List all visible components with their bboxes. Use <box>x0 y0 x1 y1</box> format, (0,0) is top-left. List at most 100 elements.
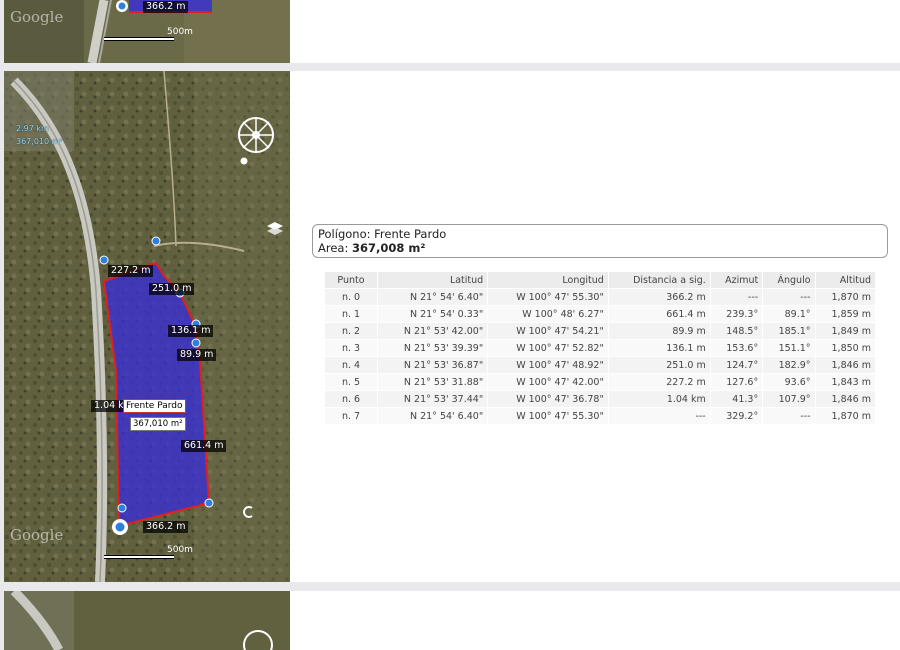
polygon-prefix: Polígono: <box>318 227 371 241</box>
table-cell: W 100° 48' 6.27" <box>488 306 608 322</box>
table-cell: --- <box>763 289 815 305</box>
table-cell: 89.9 m <box>608 323 710 339</box>
table-cell: N 21° 53' 37.44" <box>378 391 488 407</box>
table-cell: W 100° 47' 48.92" <box>488 357 608 373</box>
table-cell: 239.3° <box>710 306 763 322</box>
table-cell: 107.9° <box>763 391 815 407</box>
table-cell: n. 6 <box>325 391 377 407</box>
area-prefix: Area: <box>318 241 349 255</box>
table-cell: 1,850 m <box>815 340 875 356</box>
scale-bar <box>104 555 174 559</box>
table-cell: 1.04 km <box>608 391 710 407</box>
header-angulo: Ángulo <box>763 272 815 288</box>
table-cell: N 21° 54' 6.40" <box>378 289 488 305</box>
table-cell: N 21° 54' 6.40" <box>378 408 488 424</box>
table-cell: 329.2° <box>710 408 763 424</box>
area-value: 367,008 m² <box>352 241 426 255</box>
table-cell: 1,846 m <box>815 357 875 373</box>
edge-length-label: 366.2 m <box>143 1 189 13</box>
table-cell: N 21° 53' 42.00" <box>378 323 488 339</box>
satellite-map-bottom[interactable] <box>4 591 290 650</box>
header-azimut: Azimut <box>710 272 763 288</box>
table-row: n. 0N 21° 54' 6.40" W 100° 47' 55.30" 366.… <box>325 289 875 305</box>
table-cell: 227.2 m <box>608 374 710 390</box>
header-longitud: Longitud <box>488 272 608 288</box>
measure-area: 367,010 m² <box>16 137 63 146</box>
satellite-map-top[interactable]: 366.2 m Google 500m <box>4 0 290 63</box>
polygon-info-box: Polígono: Frente Pardo Area: 367,008 m² <box>312 224 888 258</box>
table-cell: W 100° 47' 54.21" <box>488 323 608 339</box>
table-cell: 153.6° <box>710 340 763 356</box>
table-row: n. 6N 21° 53' 37.44" W 100° 47' 36.78" 1.0… <box>325 391 875 407</box>
header-distancia: Distancia a sig. <box>608 272 710 288</box>
table-cell: n. 4 <box>325 357 377 373</box>
table-cell: 124.7° <box>710 357 763 373</box>
table-row: n. 7N 21° 54' 6.40" W 100° 47' 55.30" --- 3… <box>325 408 875 424</box>
edge-label-661: 661.4 m <box>181 440 227 452</box>
table-cell: W 100° 47' 36.78" <box>488 391 608 407</box>
table-cell: n. 0 <box>325 289 377 305</box>
table-cell: 1,843 m <box>815 374 875 390</box>
table-cell: W 100° 47' 42.00" <box>488 374 608 390</box>
scale-label: 500m <box>167 27 193 37</box>
polygon-result-card: 227.2 m 251.0 m 136.1 m 89.9 m 1.04 km 6… <box>4 71 900 582</box>
table-cell: n. 2 <box>325 323 377 339</box>
google-watermark: Google <box>10 8 64 26</box>
table-cell: W 100° 47' 52.82" <box>488 340 608 356</box>
map-imagery-bottom <box>4 591 290 650</box>
polygon-area-label: 367,010 m² <box>130 417 186 431</box>
polygon-name-label: Frente Pardo <box>123 399 186 413</box>
table-cell: --- <box>763 408 815 424</box>
table-cell: --- <box>608 408 710 424</box>
table-cell: W 100° 47' 55.30" <box>488 289 608 305</box>
table-cell: N 21° 53' 39.39" <box>378 340 488 356</box>
table-cell: 1,870 m <box>815 289 875 305</box>
table-row: n. 4N 21° 53' 36.87" W 100° 47' 48.92" 251… <box>325 357 875 373</box>
measure-distance: 2.97 km <box>16 124 49 133</box>
table-cell: 1,849 m <box>815 323 875 339</box>
google-watermark: Google <box>10 526 64 544</box>
table-cell: 182.9° <box>763 357 815 373</box>
table-cell: 127.6° <box>710 374 763 390</box>
header-punto: Punto <box>325 272 377 288</box>
table-cell: 89.1° <box>763 306 815 322</box>
satellite-map[interactable]: 227.2 m 251.0 m 136.1 m 89.9 m 1.04 km 6… <box>4 71 290 582</box>
table-row: n. 1N 21° 54' 0.33" W 100° 48' 6.27" 661.4… <box>325 306 875 322</box>
table-cell: 148.5° <box>710 323 763 339</box>
edge-label-251: 251.0 m <box>149 283 195 295</box>
previous-result-card: 366.2 m Google 500m <box>4 0 900 63</box>
polygon-name: Frente Pardo <box>374 227 447 241</box>
table-row: n. 2N 21° 53' 42.00" W 100° 47' 54.21" 89.… <box>325 323 875 339</box>
scale-label: 500m <box>167 545 193 555</box>
polygon-name-row: Polígono: Frente Pardo <box>318 227 882 241</box>
table-cell: 366.2 m <box>608 289 710 305</box>
header-latitud: Latitud <box>378 272 488 288</box>
table-cell: 151.1° <box>763 340 815 356</box>
location-icon[interactable] <box>242 505 256 519</box>
table-row: n. 3N 21° 53' 39.39" W 100° 47' 52.82" 136… <box>325 340 875 356</box>
table-cell: 1,846 m <box>815 391 875 407</box>
table-cell: N 21° 54' 0.33" <box>378 306 488 322</box>
edge-label-89: 89.9 m <box>177 349 217 361</box>
table-cell: n. 5 <box>325 374 377 390</box>
table-cell: n. 3 <box>325 340 377 356</box>
table-cell: N 21° 53' 31.88" <box>378 374 488 390</box>
table-cell: --- <box>710 289 763 305</box>
screenshot-page: 366.2 m Google 500m 227.2 m 251.0 m 136.… <box>0 0 900 650</box>
coordinates-table: Punto Latitud Longitud Distancia a sig. … <box>324 271 876 425</box>
table-row: n. 5N 21° 53' 31.88" W 100° 47' 42.00" 227… <box>325 374 875 390</box>
scale-bar <box>104 37 174 41</box>
table-cell: 93.6° <box>763 374 815 390</box>
edge-label-227: 227.2 m <box>108 265 154 277</box>
next-result-card <box>4 591 900 650</box>
table-cell: 661.4 m <box>608 306 710 322</box>
polygon-area-row: Area: 367,008 m² <box>318 241 882 255</box>
table-header-row: Punto Latitud Longitud Distancia a sig. … <box>325 272 875 288</box>
table-cell: 41.3° <box>710 391 763 407</box>
layers-icon[interactable] <box>266 221 284 237</box>
table-cell: n. 1 <box>325 306 377 322</box>
table-cell: 1,859 m <box>815 306 875 322</box>
table-cell: 185.1° <box>763 323 815 339</box>
compass-rose-icon[interactable] <box>236 115 276 155</box>
header-altitud: Altitud <box>815 272 875 288</box>
